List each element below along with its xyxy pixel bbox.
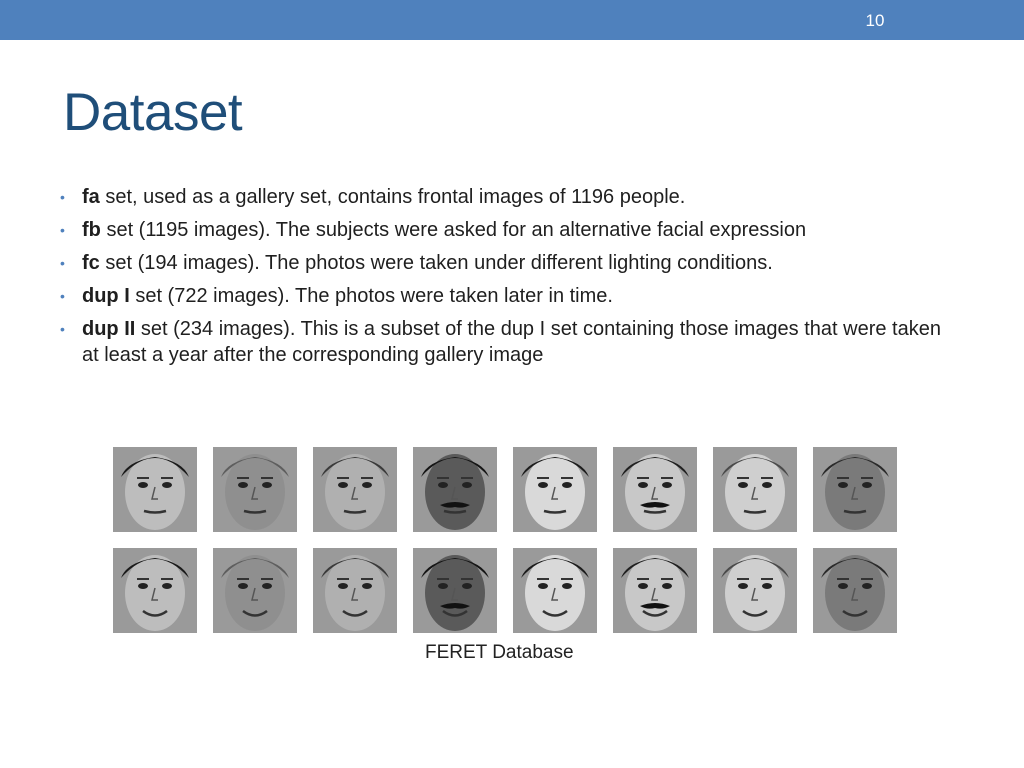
bullet-dot-icon: •	[60, 255, 65, 271]
bullet-text: set (1195 images). The subjects were ask…	[100, 219, 807, 241]
header-bar: 10	[0, 0, 1024, 40]
face-photo	[313, 548, 397, 633]
bullet-text: set (234 images). This is a subset of th…	[82, 318, 941, 366]
face-photo	[413, 447, 497, 532]
bullet-text: set (722 images). The photos were taken …	[129, 285, 613, 307]
bullet-term: dup I	[82, 285, 130, 307]
face-photo	[213, 447, 297, 532]
face-photo	[513, 447, 597, 532]
bullet-text: set (194 images). The photos were taken …	[99, 252, 773, 274]
face-photo	[113, 447, 197, 532]
face-photo	[513, 548, 597, 633]
bullet-term: fa	[82, 186, 100, 208]
bullet-item: • dup II set (234 images). This is a subs…	[58, 316, 958, 368]
bullet-dot-icon: •	[60, 189, 65, 205]
bullet-term: fb	[82, 219, 101, 241]
bullet-item: • fb set (1195 images). The subjects were…	[58, 217, 958, 243]
face-photo	[213, 548, 297, 633]
bullet-list: • fa set, used as a gallery set, contains…	[58, 184, 958, 375]
face-photo	[713, 548, 797, 633]
bullet-item: • fa set, used as a gallery set, contains…	[58, 184, 958, 210]
face-photo	[713, 447, 797, 532]
bullet-term: fc	[82, 252, 100, 274]
face-photo	[313, 447, 397, 532]
face-photo	[413, 548, 497, 633]
face-photo	[113, 548, 197, 633]
slide-number: 10	[865, 11, 885, 30]
bullet-dot-icon: •	[60, 321, 65, 337]
bullet-dot-icon: •	[60, 288, 65, 304]
bullet-dot-icon: •	[60, 222, 65, 238]
bullet-term: dup II	[82, 318, 136, 340]
bullet-item: • fc set (194 images). The photos were ta…	[58, 250, 958, 276]
face-image-grid	[113, 447, 897, 633]
face-photo	[613, 548, 697, 633]
face-photo	[613, 447, 697, 532]
face-photo	[813, 548, 897, 633]
face-photo	[813, 447, 897, 532]
slide-title: Dataset	[63, 83, 243, 142]
figure-caption: FERET Database	[425, 642, 574, 663]
bullet-text: set, used as a gallery set, contains fro…	[99, 186, 686, 208]
bullet-item: • dup I set (722 images). The photos were…	[58, 283, 958, 309]
